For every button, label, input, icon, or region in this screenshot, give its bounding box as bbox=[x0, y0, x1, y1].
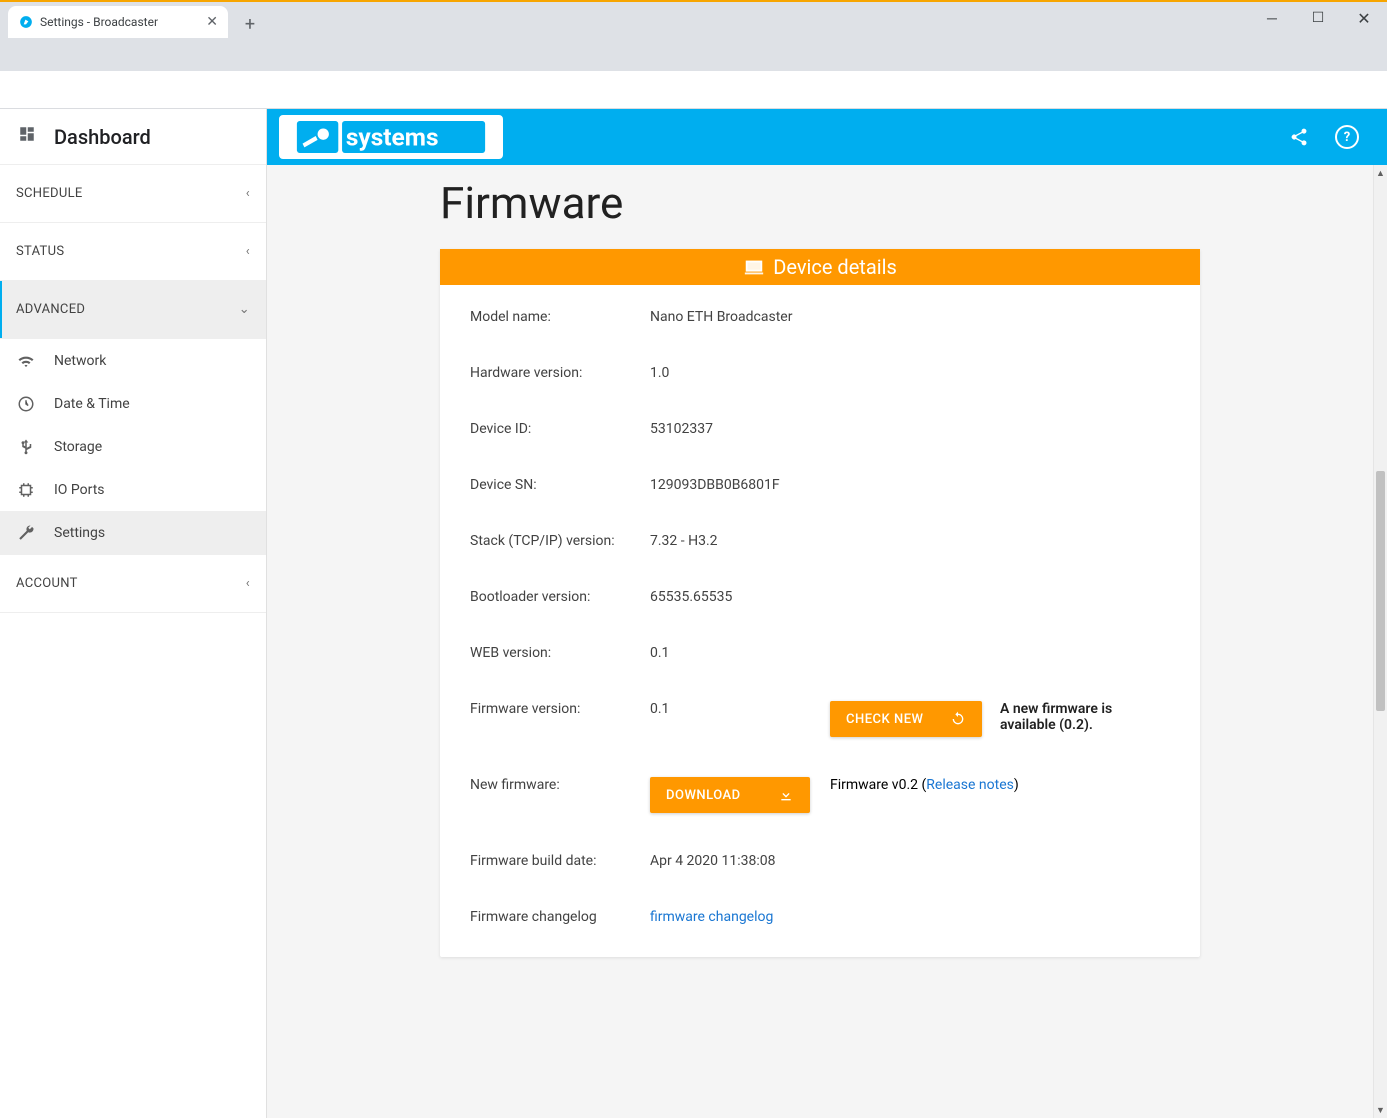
fw-version-value: 0.1 bbox=[650, 701, 830, 717]
wrench-icon bbox=[16, 524, 36, 542]
hw-version-label: Hardware version: bbox=[470, 365, 650, 381]
hw-version-value: 1.0 bbox=[650, 365, 830, 381]
build-date-label: Firmware build date: bbox=[470, 853, 650, 869]
fw-version-label: Firmware version: bbox=[470, 701, 650, 717]
logo: systems bbox=[279, 115, 503, 159]
refresh-icon bbox=[950, 711, 966, 727]
svg-text:systems: systems bbox=[346, 122, 439, 151]
new-fw-text: Firmware v0.2 (Release notes) bbox=[830, 777, 1019, 793]
sidebar-item-network[interactable]: Network bbox=[0, 339, 266, 382]
sidebar-item-label: Storage bbox=[54, 439, 102, 455]
sidebar-group-schedule[interactable]: SCHEDULE ‹ bbox=[0, 165, 266, 223]
tab-title: Settings - Broadcaster bbox=[40, 15, 158, 29]
chevron-left-icon: ‹ bbox=[246, 186, 250, 201]
chevron-left-icon: ‹ bbox=[246, 244, 250, 259]
tab-close-icon[interactable]: ✕ bbox=[206, 14, 218, 30]
help-icon[interactable]: ? bbox=[1335, 125, 1359, 149]
page-title: Firmware bbox=[440, 165, 1200, 249]
download-button[interactable]: DOWNLOAD bbox=[650, 777, 810, 813]
window-minimize[interactable]: ─ bbox=[1249, 2, 1295, 34]
chevron-down-icon: ⌄ bbox=[239, 302, 250, 317]
sidebar-item-label: IO Ports bbox=[54, 482, 105, 498]
device-sn-label: Device SN: bbox=[470, 477, 650, 493]
browser-chrome: ─ ☐ ✕ Settings - Broadcaster ✕ + bbox=[0, 0, 1387, 71]
laptop-icon bbox=[743, 256, 765, 278]
stack-label: Stack (TCP/IP) version: bbox=[470, 533, 650, 549]
check-new-button[interactable]: CHECK NEW bbox=[830, 701, 982, 737]
scroll-down-icon[interactable]: ▼ bbox=[1374, 1102, 1387, 1118]
device-id-label: Device ID: bbox=[470, 421, 650, 437]
sidebar-item-storage[interactable]: Storage bbox=[0, 425, 266, 468]
content-area: systems ? Firmware Device details bbox=[267, 109, 1387, 1118]
sidebar-item-settings[interactable]: Settings bbox=[0, 511, 266, 554]
browser-tab[interactable]: Settings - Broadcaster ✕ bbox=[8, 6, 228, 38]
bootloader-value: 65535.65535 bbox=[650, 589, 830, 605]
chevron-left-icon: ‹ bbox=[246, 576, 250, 591]
download-icon bbox=[778, 787, 794, 803]
dashboard-title: Dashboard bbox=[54, 125, 151, 149]
new-tab-button[interactable]: + bbox=[236, 10, 264, 38]
bootloader-label: Bootloader version: bbox=[470, 589, 650, 605]
chip-icon bbox=[16, 481, 36, 499]
sidebar-item-ioports[interactable]: IO Ports bbox=[0, 468, 266, 511]
web-version-label: WEB version: bbox=[470, 645, 650, 661]
new-fw-label: New firmware: bbox=[470, 777, 650, 793]
model-name-label: Model name: bbox=[470, 309, 650, 325]
url-bar bbox=[0, 71, 1387, 109]
device-id-value: 53102337 bbox=[650, 421, 830, 437]
web-version-value: 0.1 bbox=[650, 645, 830, 661]
sidebar: Dashboard SCHEDULE ‹ STATUS ‹ ADVANCED ⌄… bbox=[0, 109, 267, 1118]
device-details-card: Device details Model name: Nano ETH Broa… bbox=[440, 249, 1200, 957]
tab-favicon-icon bbox=[18, 14, 34, 30]
dashboard-icon bbox=[18, 125, 36, 148]
share-icon[interactable] bbox=[1287, 125, 1311, 149]
sidebar-group-advanced[interactable]: ADVANCED ⌄ bbox=[0, 281, 266, 339]
sidebar-item-label: Settings bbox=[54, 525, 105, 541]
device-sn-value: 129093DBB0B6801F bbox=[650, 477, 830, 493]
scrollbar[interactable]: ▲ ▼ bbox=[1373, 165, 1387, 1118]
sidebar-group-status[interactable]: STATUS ‹ bbox=[0, 223, 266, 281]
fw-available-note: A new firmware is available (0.2). bbox=[1000, 701, 1170, 733]
release-notes-link[interactable]: Release notes bbox=[926, 777, 1014, 793]
stack-value: 7.32 - H3.2 bbox=[650, 533, 830, 549]
scroll-up-icon[interactable]: ▲ bbox=[1374, 165, 1387, 181]
clock-icon bbox=[16, 395, 36, 413]
card-header: Device details bbox=[440, 249, 1200, 285]
dashboard-header[interactable]: Dashboard bbox=[0, 109, 266, 165]
scrollbar-thumb[interactable] bbox=[1376, 471, 1385, 711]
model-name-value: Nano ETH Broadcaster bbox=[650, 309, 830, 325]
window-close[interactable]: ✕ bbox=[1341, 2, 1387, 34]
top-bar: systems ? bbox=[267, 109, 1387, 165]
window-maximize[interactable]: ☐ bbox=[1295, 2, 1341, 34]
sidebar-group-account[interactable]: ACCOUNT ‹ bbox=[0, 555, 266, 613]
sidebar-item-label: Network bbox=[54, 353, 106, 369]
window-controls: ─ ☐ ✕ bbox=[1249, 2, 1387, 34]
changelog-link[interactable]: firmware changelog bbox=[650, 909, 773, 925]
changelog-label: Firmware changelog bbox=[470, 909, 650, 925]
build-date-value: Apr 4 2020 11:38:08 bbox=[650, 853, 830, 869]
sidebar-item-label: Date & Time bbox=[54, 396, 130, 412]
wifi-icon bbox=[16, 352, 36, 370]
sidebar-item-datetime[interactable]: Date & Time bbox=[0, 382, 266, 425]
usb-icon bbox=[16, 438, 36, 456]
